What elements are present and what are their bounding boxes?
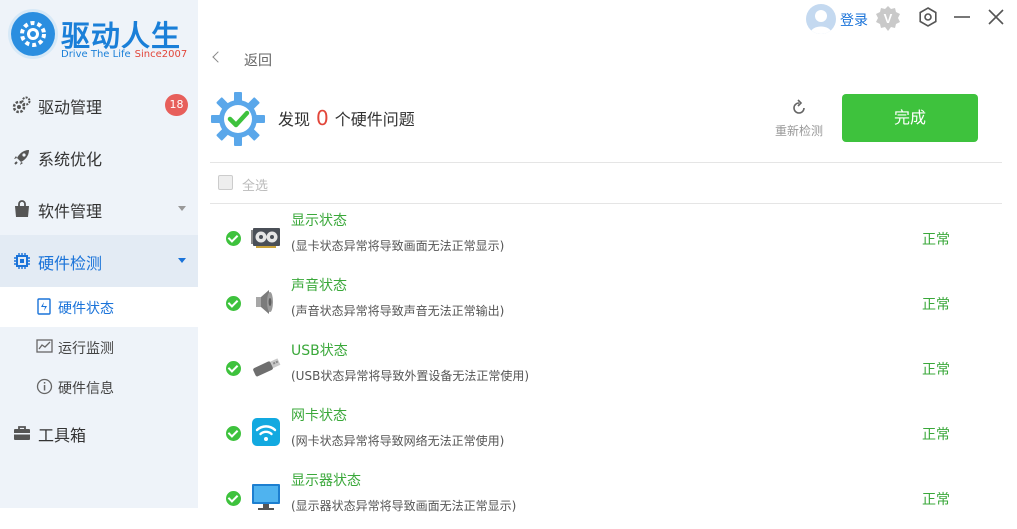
select-all-label: 全选 xyxy=(242,179,269,194)
app-logo[interactable]: 驱动人生 Drive The Life Since2007 xyxy=(8,8,193,68)
rocket-icon xyxy=(14,150,29,165)
item-desc: (声音状态异常将导致声音无法正常输出) xyxy=(291,304,505,318)
sidebar-item-hardware-check[interactable]: 硬件检测 xyxy=(0,235,198,287)
app-since: Since2007 xyxy=(134,49,188,60)
check-gear-icon xyxy=(211,92,265,146)
vip-label: V xyxy=(884,11,893,26)
summary-prefix: 发现 xyxy=(278,110,311,129)
sidebar-item-toolbox[interactable]: 工具箱 xyxy=(0,407,198,459)
sidebar-item-system-optimize[interactable]: 系统优化 xyxy=(0,131,198,183)
list-item: 声音状态 (声音状态异常将导致声音无法正常输出) 正常 xyxy=(210,269,1002,334)
sidebar-item-label: 硬件检测 xyxy=(38,254,103,273)
usb-icon xyxy=(253,358,281,377)
gears-icon xyxy=(12,96,31,114)
item-title: USB状态 xyxy=(291,343,348,359)
select-all-checkbox[interactable] xyxy=(218,175,233,190)
sidebar-subitem-runtime-monitor[interactable]: 运行监测 xyxy=(0,327,198,367)
back-label: 返回 xyxy=(244,53,272,69)
status-badge: 正常 xyxy=(922,427,950,443)
sidebar-item-label: 系统优化 xyxy=(38,150,103,169)
item-desc: (USB状态异常将导致外置设备无法正常使用) xyxy=(291,369,529,383)
summary-suffix: 个硬件问题 xyxy=(334,110,415,129)
divider xyxy=(210,162,1002,163)
logo-gear-icon xyxy=(11,12,55,56)
status-badge: 正常 xyxy=(922,362,950,378)
monitor-icon xyxy=(252,484,280,510)
status-badge: 正常 xyxy=(922,297,950,313)
sidebar-item-label: 软件管理 xyxy=(38,202,103,221)
speaker-icon xyxy=(256,290,273,314)
issue-summary: 发现 0 个硬件问题 xyxy=(278,106,415,130)
item-desc: (显卡状态异常将导致画面无法正常显示) xyxy=(291,239,505,253)
wifi-icon xyxy=(252,418,280,446)
sidebar-subitem-hardware-info[interactable]: 硬件信息 xyxy=(0,367,198,407)
list-item: 网卡状态 (网卡状态异常将导致网络无法正常使用) 正常 xyxy=(210,399,1002,464)
list-item: 显示器状态 (显示器状态异常将导致画面无法正常显示) 正常 xyxy=(210,464,1002,529)
shopping-bag-icon xyxy=(15,200,29,217)
sidebar-item-label: 工具箱 xyxy=(38,426,87,445)
driver-count-badge: 18 xyxy=(165,94,188,116)
sidebar: 驱动人生 Drive The Life Since2007 驱动管理 18 系统优… xyxy=(0,0,198,508)
check-circle-icon xyxy=(226,426,241,441)
status-badge: 正常 xyxy=(922,232,950,248)
vip-badge-icon[interactable]: V xyxy=(874,5,902,33)
sidebar-item-driver-management[interactable]: 驱动管理 18 xyxy=(0,79,198,131)
refresh-icon xyxy=(793,99,805,114)
rescan-label: 重新检测 xyxy=(774,124,823,138)
status-badge: 正常 xyxy=(922,492,950,508)
item-title: 声音状态 xyxy=(291,278,347,294)
app-slogan: Drive The Life xyxy=(61,49,131,60)
settings-icon[interactable] xyxy=(917,6,939,28)
item-desc: (显示器状态异常将导致画面无法正常显示) xyxy=(291,499,517,513)
chip-icon xyxy=(14,253,30,269)
list-item: USB状态 (USB状态异常将导致外置设备无法正常使用) 正常 xyxy=(210,334,1002,399)
sidebar-item-label: 驱动管理 xyxy=(38,98,103,117)
sidebar-subitem-hardware-status[interactable]: 硬件状态 xyxy=(0,287,198,327)
graphics-card-icon xyxy=(251,228,280,248)
done-button[interactable]: 完成 xyxy=(842,94,978,142)
sidebar-subitem-label: 运行监测 xyxy=(58,341,114,357)
check-circle-icon xyxy=(226,231,241,246)
check-circle-icon xyxy=(226,296,241,311)
sidebar-subitem-label: 硬件状态 xyxy=(58,301,114,317)
close-icon[interactable] xyxy=(985,6,1007,28)
item-desc: (网卡状态异常将导致网络无法正常使用) xyxy=(291,434,505,448)
login-link[interactable]: 登录 xyxy=(840,10,868,30)
chevron-left-icon xyxy=(212,51,224,63)
rescan-button[interactable]: 重新检测 xyxy=(770,98,828,142)
minimize-icon[interactable] xyxy=(951,6,973,28)
item-title: 显示器状态 xyxy=(291,473,361,489)
hardware-status-icon xyxy=(37,298,51,315)
chevron-down-icon xyxy=(178,258,186,263)
sidebar-item-software-management[interactable]: 软件管理 xyxy=(0,183,198,235)
info-icon xyxy=(36,378,53,395)
login-area[interactable]: 登录 V xyxy=(806,3,902,34)
toolbox-icon xyxy=(14,426,30,440)
check-circle-icon xyxy=(226,361,241,376)
issue-count: 0 xyxy=(316,106,329,130)
sidebar-subitem-label: 硬件信息 xyxy=(58,381,114,397)
check-circle-icon xyxy=(226,491,241,506)
item-title: 显示状态 xyxy=(291,213,347,229)
line-chart-icon xyxy=(36,339,53,353)
avatar[interactable] xyxy=(806,4,836,34)
list-item: 显示状态 (显卡状态异常将导致画面无法正常显示) 正常 xyxy=(210,204,1002,269)
item-title: 网卡状态 xyxy=(291,408,347,424)
chevron-down-icon xyxy=(178,206,186,211)
